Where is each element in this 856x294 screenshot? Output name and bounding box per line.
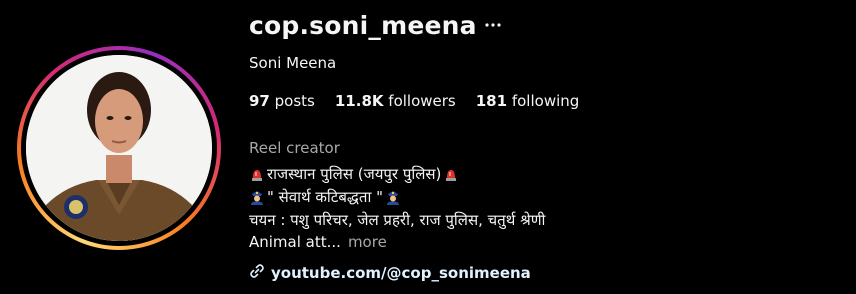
posts-count: 97 bbox=[249, 92, 270, 110]
bio-line-4: Animal att... more bbox=[249, 233, 387, 251]
following-stat[interactable]: 181 following bbox=[476, 92, 580, 110]
profile-category: Reel creator bbox=[249, 139, 340, 157]
external-link[interactable]: youtube.com/@cop_sonimeena bbox=[249, 263, 531, 283]
bio-line-2: " सेवार्थ कटिबद्धता " bbox=[249, 187, 401, 207]
bio-line-2-text: " सेवार्थ कटिबद्धता " bbox=[267, 188, 384, 206]
bio-line-1-text: राजस्थान पुलिस (जयपुर पुलिस) bbox=[267, 165, 442, 183]
story-ring-gap bbox=[21, 50, 217, 246]
link-icon bbox=[249, 263, 265, 283]
external-link-url: youtube.com/@cop_sonimeena bbox=[271, 264, 531, 282]
police-officer-icon bbox=[385, 189, 401, 205]
police-light-icon bbox=[249, 166, 265, 182]
story-ring[interactable] bbox=[17, 46, 221, 250]
following-count: 181 bbox=[475, 92, 508, 110]
bio-line-1: राजस्थान पुलिस (जयपुर पुलिस) bbox=[249, 164, 459, 184]
avatar-portrait bbox=[26, 55, 212, 241]
profile-username: cop.soni_meena bbox=[249, 11, 477, 40]
profile-display-name: Soni Meena bbox=[249, 54, 337, 72]
profile-avatar[interactable] bbox=[26, 55, 212, 241]
bio-more-link[interactable]: more bbox=[348, 233, 387, 251]
bio-line-3: चयन : पशु परिचर, जेल प्रहरी, राज पुलिस, … bbox=[249, 210, 545, 230]
profile-stats: 97 posts 11.8K followers 181 following bbox=[249, 92, 579, 110]
following-label: following bbox=[511, 92, 580, 110]
police-officer-icon bbox=[249, 189, 265, 205]
followers-stat[interactable]: 11.8K followers bbox=[335, 92, 456, 110]
bio-line-3-text: चयन : पशु परिचर, जेल प्रहरी, राज पुलिस, … bbox=[249, 211, 546, 229]
police-light-icon bbox=[443, 166, 459, 182]
followers-label: followers bbox=[388, 92, 456, 110]
posts-label: posts bbox=[274, 92, 315, 110]
posts-stat[interactable]: 97 posts bbox=[249, 92, 315, 110]
more-horizontal-icon[interactable] bbox=[484, 16, 502, 34]
bio-line-4-text: Animal att... bbox=[249, 233, 341, 251]
followers-count: 11.8K bbox=[334, 92, 384, 110]
